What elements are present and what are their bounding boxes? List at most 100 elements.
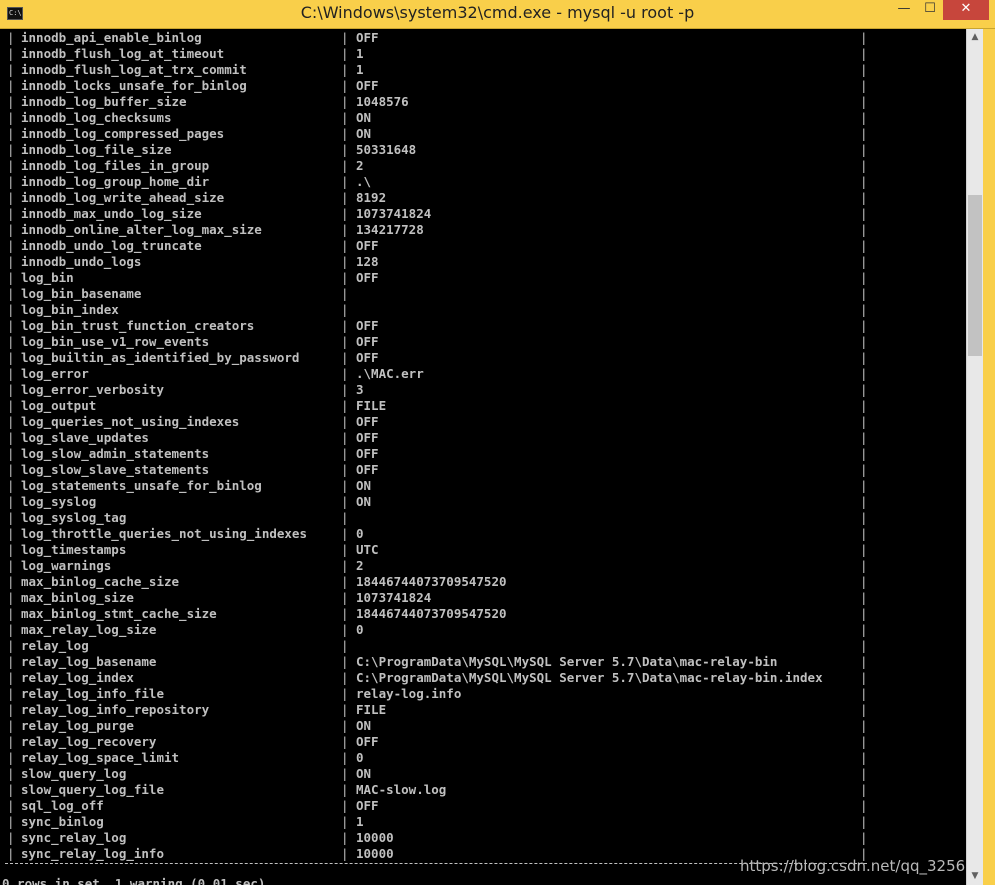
variable-name: slow_query_log_file bbox=[21, 782, 164, 797]
column-separator: | bbox=[341, 270, 349, 285]
column-separator: | bbox=[860, 142, 868, 157]
variable-name: log_bin bbox=[21, 270, 74, 285]
variable-value: 128 bbox=[356, 254, 379, 269]
column-separator: | bbox=[341, 574, 349, 589]
column-separator: | bbox=[860, 718, 868, 733]
variable-name: max_relay_log_size bbox=[21, 622, 157, 637]
table-row: | sync_relay_log | 10000 | bbox=[0, 830, 966, 846]
column-separator: | bbox=[7, 142, 15, 157]
table-row: | log_builtin_as_identified_by_password | O… bbox=[0, 350, 966, 366]
column-separator: | bbox=[341, 542, 349, 557]
scroll-down-icon[interactable]: ▼ bbox=[967, 868, 983, 885]
variable-value: 18446744073709547520 bbox=[356, 574, 507, 589]
column-separator: | bbox=[7, 478, 15, 493]
column-separator: | bbox=[341, 750, 349, 765]
variable-value: OFF bbox=[356, 414, 379, 429]
column-separator: | bbox=[341, 126, 349, 141]
minimize-button[interactable]: — bbox=[891, 0, 917, 20]
variable-value: .\ bbox=[356, 174, 372, 189]
column-separator: | bbox=[860, 478, 868, 493]
table-row: | innodb_log_compressed_pages | ON | bbox=[0, 126, 966, 142]
variable-name: innodb_log_buffer_size bbox=[21, 94, 187, 109]
variable-name: innodb_api_enable_binlog bbox=[21, 30, 202, 45]
maximize-button[interactable]: ☐ bbox=[917, 0, 943, 20]
column-separator: | bbox=[341, 78, 349, 93]
table-row: | log_error | .\MAC.err | bbox=[0, 366, 966, 382]
column-separator: | bbox=[7, 782, 15, 797]
column-separator: | bbox=[860, 590, 868, 605]
column-separator: | bbox=[860, 526, 868, 541]
column-separator: | bbox=[7, 734, 15, 749]
column-separator: | bbox=[7, 46, 15, 61]
variable-name: log_syslog bbox=[21, 494, 97, 509]
table-row: | log_syslog | ON | bbox=[0, 494, 966, 510]
column-separator: | bbox=[860, 782, 868, 797]
column-separator: | bbox=[860, 94, 868, 109]
table-row: | innodb_locks_unsafe_for_binlog | OFF | bbox=[0, 78, 966, 94]
column-separator: | bbox=[341, 30, 349, 45]
column-separator: | bbox=[860, 30, 868, 45]
column-separator: | bbox=[341, 478, 349, 493]
table-row: | relay_log_info_repository | FILE | bbox=[0, 702, 966, 718]
column-separator: | bbox=[860, 222, 868, 237]
column-separator: | bbox=[341, 46, 349, 61]
table-row: | innodb_log_file_size | 50331648 | bbox=[0, 142, 966, 158]
variable-value: 1073741824 bbox=[356, 206, 432, 221]
variable-value: OFF bbox=[356, 350, 379, 365]
column-separator: | bbox=[7, 542, 15, 557]
close-button[interactable]: ✕ bbox=[943, 0, 989, 20]
variable-value: ON bbox=[356, 766, 372, 781]
column-separator: | bbox=[860, 46, 868, 61]
variable-name: innodb_log_write_ahead_size bbox=[21, 190, 225, 205]
scroll-thumb[interactable] bbox=[968, 195, 982, 356]
column-separator: | bbox=[860, 126, 868, 141]
variable-name: max_binlog_cache_size bbox=[21, 574, 180, 589]
column-separator: | bbox=[7, 462, 15, 477]
column-separator: | bbox=[860, 62, 868, 77]
column-separator: | bbox=[860, 462, 868, 477]
title-bar[interactable]: C:\ C:\Windows\system32\cmd.exe - mysql … bbox=[0, 0, 995, 29]
variable-name: innodb_flush_log_at_timeout bbox=[21, 46, 225, 61]
column-separator: | bbox=[7, 846, 15, 861]
column-separator: | bbox=[341, 158, 349, 173]
column-separator: | bbox=[341, 446, 349, 461]
variable-value: OFF bbox=[356, 238, 379, 253]
column-separator: | bbox=[341, 766, 349, 781]
column-separator: | bbox=[7, 654, 15, 669]
scroll-up-icon[interactable]: ▲ bbox=[967, 29, 983, 46]
window-title: C:\Windows\system32\cmd.exe - mysql -u r… bbox=[300, 3, 695, 22]
watermark: https://blog.csdn.net/qq_32566003 bbox=[740, 857, 966, 875]
column-separator: | bbox=[7, 222, 15, 237]
variable-value: OFF bbox=[356, 798, 379, 813]
variable-name: slow_query_log bbox=[21, 766, 127, 781]
column-separator: | bbox=[341, 814, 349, 829]
vertical-scrollbar[interactable]: ▲ ▼ bbox=[966, 29, 983, 885]
variable-name: relay_log_space_limit bbox=[21, 750, 180, 765]
table-row: | innodb_undo_log_truncate | OFF | bbox=[0, 238, 966, 254]
variable-value: MAC-slow.log bbox=[356, 782, 447, 797]
table-row: | innodb_log_write_ahead_size | 8192 | bbox=[0, 190, 966, 206]
table-row: | innodb_max_undo_log_size | 1073741824 | bbox=[0, 206, 966, 222]
table-row: | innodb_api_enable_binlog | OFF | bbox=[0, 30, 966, 46]
column-separator: | bbox=[7, 622, 15, 637]
table-row: | log_queries_not_using_indexes | OFF | bbox=[0, 414, 966, 430]
table-row: | innodb_log_group_home_dir | .\ | bbox=[0, 174, 966, 190]
column-separator: | bbox=[7, 238, 15, 253]
variable-name: innodb_max_undo_log_size bbox=[21, 206, 202, 221]
column-separator: | bbox=[860, 798, 868, 813]
column-separator: | bbox=[7, 670, 15, 685]
variable-value: 1 bbox=[356, 814, 364, 829]
column-separator: | bbox=[341, 206, 349, 221]
variable-value: OFF bbox=[356, 334, 379, 349]
column-separator: | bbox=[7, 270, 15, 285]
variable-name: log_statements_unsafe_for_binlog bbox=[21, 478, 262, 493]
column-separator: | bbox=[860, 574, 868, 589]
table-row: | innodb_log_checksums | ON | bbox=[0, 110, 966, 126]
column-separator: | bbox=[341, 782, 349, 797]
variable-name: log_bin_trust_function_creators bbox=[21, 318, 255, 333]
column-separator: | bbox=[7, 190, 15, 205]
console-output[interactable]: | innodb_api_enable_binlog | OFF | | innodb_fl… bbox=[0, 29, 966, 885]
table-row: | relay_log_info_file | relay-log.info | bbox=[0, 686, 966, 702]
column-separator: | bbox=[7, 398, 15, 413]
table-row: | relay_log_index | C:\ProgramData\MySQL\My… bbox=[0, 670, 966, 686]
